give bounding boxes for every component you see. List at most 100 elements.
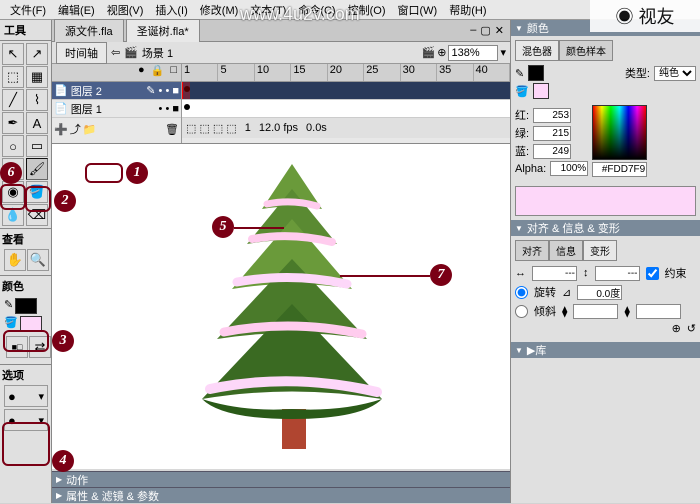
menu-modify[interactable]: 修改(M) [194,0,245,20]
green-label: 绿: [515,125,529,141]
stroke-well[interactable] [528,65,544,81]
menu-file[interactable]: 文件(F) [4,0,52,20]
maximize-icon[interactable]: ▢ [480,24,490,37]
copy-transform-icon[interactable]: ⊕ [672,322,681,335]
line-tool-icon[interactable]: ╱ [2,89,24,111]
layers-column: ● 🔒 □ 📄图层 2 ✎ • • ■ 📄图层 1 • • ■ ➕ ⤴ 📁 🗑 [52,64,182,143]
properties-panel-bar[interactable]: 属性 & 滤镜 & 参数 [52,487,510,503]
annotation-5: 5 [212,216,234,238]
info-tab[interactable]: 信息 [549,240,583,261]
watermark-text: www.4u2v.com [240,4,360,25]
color-spectrum[interactable] [592,105,647,160]
annotation-4: 4 [52,450,74,472]
menu-edit[interactable]: 编辑(E) [52,0,101,20]
colors-section-label: 颜色 [2,278,49,294]
blue-input[interactable] [533,144,571,159]
add-layer-icon[interactable]: ➕ [54,123,68,136]
layer-icon: 📄 [54,102,68,115]
layer-1-row[interactable]: 📄图层 1 • • ■ [52,100,181,118]
visibility-icon[interactable]: ● [138,64,145,81]
pen-tool-icon[interactable]: ✒ [2,112,24,134]
height-input[interactable] [595,266,640,281]
stroke-color-well[interactable] [15,298,37,314]
lasso-tool-icon[interactable]: ⌇ [26,89,48,111]
annotation-3: 3 [52,330,74,352]
angle-input[interactable] [577,285,622,300]
close-icon[interactable]: ✕ [495,24,504,37]
stage-canvas[interactable] [52,144,510,469]
constrain-checkbox[interactable] [646,267,659,280]
reset-transform-icon[interactable]: ↺ [687,322,696,335]
zoom-tool-icon[interactable]: 🔍 [27,249,49,271]
delete-layer-icon[interactable]: 🗑 [165,123,179,136]
bottom-panels: 动作 属性 & 滤镜 & 参数 [52,471,510,503]
skew-h-input[interactable] [573,304,618,319]
fill-type-select[interactable]: 纯色 [654,66,696,81]
rotate-radio[interactable] [515,286,528,299]
rect-tool-icon[interactable]: ▭ [26,135,48,157]
transform-panel: 对齐 信息 变形 ↔ ↕ 约束 旋转 ⊿ 倾斜 ⧫ ⧫ ⊕ ↺ [511,236,700,342]
scene-name[interactable]: 场景 1 [142,45,173,61]
layer-2-frames[interactable] [182,82,510,100]
scene-icon: 🎬 [124,46,138,59]
edit-scene-icon[interactable]: 🎬 [422,46,436,59]
selection-tool-icon[interactable]: ↖ [2,43,24,65]
align-panel-header[interactable]: 对齐 & 信息 & 变形 [511,220,700,236]
type-label: 类型: [625,65,650,81]
swatches-tab[interactable]: 颜色样本 [559,40,613,61]
add-guide-icon[interactable]: ⤴ [70,121,81,137]
layer-1-frames[interactable] [182,100,510,118]
brush-tool-icon[interactable]: 🖌 [26,158,48,180]
brush-size-option[interactable]: ● ▾ [4,385,48,407]
layer-icon: 📄 [54,84,68,97]
actions-panel-bar[interactable]: 动作 [52,471,510,487]
christmas-tree-artwork [182,154,402,454]
annotation-6: 6 [0,162,22,184]
subselection-tool-icon[interactable]: ↗ [26,43,48,65]
timeline-status: ⬚ ⬚ ⬚ ⬚ 1 12.0 fps 0.0s [182,118,510,138]
free-transform-tool-icon[interactable]: ⬚ [2,66,24,88]
tab-source-file[interactable]: 源文件.fla [54,19,124,42]
tab-christmas-tree[interactable]: 圣诞树.fla* [126,19,200,42]
text-tool-icon[interactable]: A [26,112,48,134]
layer-2-name: 图层 2 [71,83,102,99]
hand-tool-icon[interactable]: ✋ [4,249,26,271]
menu-view[interactable]: 视图(V) [101,0,150,20]
green-input[interactable] [533,126,571,141]
lock-icon[interactable]: 🔒 [151,64,165,81]
back-icon[interactable]: ⇦ [111,46,120,59]
timeline-toggle-button[interactable]: 时间轴 [56,42,107,64]
frames-column: 1510152025303540 ⬚ ⬚ ⬚ ⬚ 1 12.0 fps 0.0s [182,64,510,143]
skew-v-input[interactable] [636,304,681,319]
oval-tool-icon[interactable]: ○ [2,135,24,157]
toolbox-title: 工具 [0,20,51,41]
alpha-input[interactable] [550,161,588,176]
fill-well[interactable] [533,83,549,99]
zoom-dropdown-icon[interactable]: ▾ [500,46,506,59]
gradient-tool-icon[interactable]: ▦ [26,66,48,88]
frame-ruler[interactable]: 1510152025303540 [182,64,510,82]
fill-icon: 🪣 [515,85,529,98]
edit-symbol-icon[interactable]: ⊕ [437,46,446,59]
minimize-icon[interactable]: – [470,24,476,37]
menu-help[interactable]: 帮助(H) [443,0,492,20]
library-panel-header[interactable]: ▶ 库 [511,342,700,358]
align-tab[interactable]: 对齐 [515,240,549,261]
color-preview-bar[interactable] [515,186,696,216]
annotation-1: 1 [126,162,148,184]
blue-label: 蓝: [515,143,529,159]
zoom-input[interactable] [448,45,498,61]
outline-icon[interactable]: □ [170,64,177,81]
transform-tab[interactable]: 变形 [583,240,617,261]
hex-input[interactable] [592,162,647,177]
menu-window[interactable]: 窗口(W) [392,0,444,20]
mixer-tab[interactable]: 混色器 [515,40,559,61]
add-folder-icon[interactable]: 📁 [83,123,97,136]
width-input[interactable] [532,266,577,281]
menu-insert[interactable]: 插入(I) [149,0,193,20]
site-logo: ◉ 视友 [590,0,700,32]
constrain-label: 约束 [665,265,687,281]
layer-2-row[interactable]: 📄图层 2 ✎ • • ■ [52,82,181,100]
red-input[interactable] [533,108,571,123]
skew-radio[interactable] [515,305,528,318]
